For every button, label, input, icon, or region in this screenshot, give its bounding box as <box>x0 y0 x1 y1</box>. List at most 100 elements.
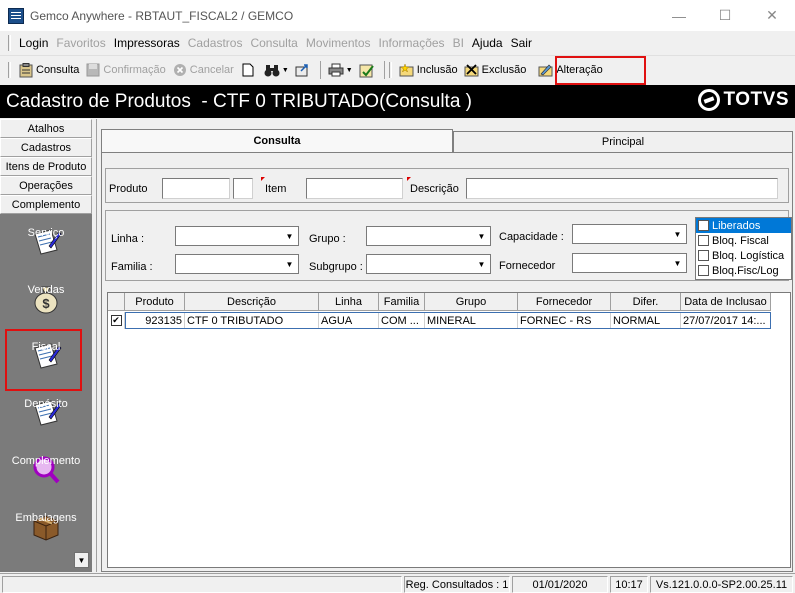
pencil-check-icon <box>359 62 375 78</box>
tile-deposito-label: Depósito <box>24 398 68 410</box>
chk-bloq-fiscal[interactable]: Bloq. Fiscal <box>696 233 791 248</box>
chk-bloq-logistica[interactable]: Bloq. Logística <box>696 248 791 263</box>
required-marker <box>261 177 265 181</box>
tile-deposito[interactable]: Depósito <box>0 395 92 451</box>
chevron-down-icon: ▼ <box>673 229 682 239</box>
fornecedor-combo[interactable]: ▼ <box>572 253 687 273</box>
sidebar-scroll-down[interactable]: ▼ <box>74 552 89 568</box>
checkbox-icon <box>698 235 709 246</box>
menu-informacoes[interactable]: Informações <box>375 36 449 50</box>
produto-input[interactable] <box>162 178 230 199</box>
tile-servico[interactable]: Serviço <box>0 224 92 280</box>
required-marker <box>407 177 411 181</box>
produto-digit-input[interactable] <box>233 178 253 199</box>
capacidade-combo[interactable]: ▼ <box>572 224 687 244</box>
col-descricao[interactable]: Descrição <box>185 293 319 311</box>
menu-favoritos[interactable]: Favoritos <box>52 36 109 50</box>
fiscal-highlight <box>5 329 82 391</box>
menu-consulta[interactable]: Consulta <box>246 36 301 50</box>
item-label: Item <box>265 183 287 195</box>
menu-sair[interactable]: Sair <box>507 36 536 50</box>
col-fornecedor[interactable]: Fornecedor <box>518 293 611 311</box>
menu-cadastros[interactable]: Cadastros <box>184 36 247 50</box>
tile-servico-label: Serviço <box>27 227 65 239</box>
subgrupo-label: Subgrupo : <box>309 261 363 273</box>
new-record-icon <box>399 62 415 78</box>
sidebar-complemento[interactable]: Complemento <box>0 195 92 214</box>
grupo-combo[interactable]: ▼ <box>366 226 491 246</box>
sidebar-itens-de-produto[interactable]: Itens de Produto <box>0 157 92 176</box>
consulta-button[interactable]: Consulta <box>15 59 82 81</box>
tile-complemento[interactable]: Complemento <box>0 452 92 508</box>
familia-label: Familia : <box>111 261 153 273</box>
cell-data-inclusao: 27/07/2017 14:... <box>681 312 771 329</box>
chevron-down-icon: ▼ <box>673 258 682 268</box>
tab-consulta[interactable]: Consulta <box>101 129 453 152</box>
minimize-button[interactable]: — <box>656 0 702 31</box>
col-grupo[interactable]: Grupo <box>425 293 518 311</box>
cell-familia: COM ... <box>379 312 425 329</box>
tile-vendas-label: Vendas <box>27 284 65 296</box>
cancelar-button[interactable]: Cancelar <box>169 59 237 81</box>
inclusao-button[interactable]: Inclusão <box>396 59 461 81</box>
linha-combo[interactable]: ▼ <box>175 226 299 246</box>
col-linha[interactable]: Linha <box>319 293 379 311</box>
confirmacao-label: Confirmação <box>103 64 166 76</box>
print-button[interactable]: ▼ <box>325 59 356 81</box>
sidebar-atalhos[interactable]: Atalhos <box>0 119 92 138</box>
sidebar-tile-panel: Serviço $ Vendas Fiscal Depósito Complem… <box>0 214 92 572</box>
export-icon <box>295 62 311 78</box>
exclusao-button[interactable]: Exclusão <box>461 59 530 81</box>
cell-descricao: CTF 0 TRIBUTADO <box>185 312 319 329</box>
find-button[interactable]: ▼ <box>261 59 292 81</box>
cell-difer: NORMAL <box>611 312 681 329</box>
main-area: Consulta Principal Produto Item Descriçã… <box>96 119 795 572</box>
chk-bloq-fisc-log[interactable]: Bloq.Fisc/Log <box>696 263 791 278</box>
close-button[interactable]: ✕ <box>749 0 795 31</box>
chevron-down-icon: ▼ <box>477 259 486 269</box>
checkbox-icon <box>698 250 709 261</box>
search-group: Produto Item Descrição <box>105 168 789 203</box>
menu-login[interactable]: Login <box>15 36 52 50</box>
item-input[interactable] <box>306 178 403 199</box>
status-time: 10:17 <box>610 576 648 593</box>
familia-combo[interactable]: ▼ <box>175 254 299 274</box>
totvs-logo: TOTVS <box>697 89 790 111</box>
chk-liberados-label: Liberados <box>712 219 761 232</box>
grid-header: Produto Descrição Linha Familia Grupo Fo… <box>108 293 771 311</box>
descricao-input[interactable] <box>466 178 778 199</box>
table-row[interactable]: ✔ 923135 CTF 0 TRIBUTADO AGUA COM ... MI… <box>108 312 771 329</box>
clipboard-icon <box>18 62 34 78</box>
new-document-button[interactable] <box>237 59 261 81</box>
menu-bi[interactable]: BI <box>449 36 468 50</box>
brand-name: TOTVS <box>723 89 789 110</box>
inclusao-label: Inclusão <box>416 64 458 76</box>
row-select-cell[interactable]: ✔ <box>108 312 125 329</box>
export-button[interactable] <box>292 59 316 81</box>
tab-principal[interactable]: Principal <box>453 131 793 152</box>
subgrupo-combo[interactable]: ▼ <box>366 254 491 274</box>
edit-tool-button[interactable] <box>356 59 380 81</box>
col-data-inclusao[interactable]: Data de Inclusao <box>681 293 771 311</box>
chevron-down-icon: ▼ <box>77 555 86 565</box>
menu-movimentos[interactable]: Movimentos <box>302 36 375 50</box>
fornecedor-label: Fornecedor <box>499 260 556 272</box>
chk-liberados[interactable]: Liberados <box>696 218 791 233</box>
sidebar-operacoes[interactable]: Operações <box>0 176 92 195</box>
col-familia[interactable]: Familia <box>379 293 425 311</box>
chevron-down-icon: ▼ <box>285 259 294 269</box>
svg-text:$: $ <box>42 296 50 311</box>
sidebar-cadastros[interactable]: Cadastros <box>0 138 92 157</box>
toolbar-separator <box>383 61 385 79</box>
maximize-button[interactable]: ☐ <box>702 0 748 31</box>
confirmacao-button[interactable]: Confirmação <box>82 59 168 81</box>
grid-select-header <box>108 293 125 311</box>
col-produto[interactable]: Produto <box>125 293 185 311</box>
tab-content: Produto Item Descrição Linha : ▼ Familia… <box>101 152 793 572</box>
col-difer[interactable]: Difer. <box>611 293 681 311</box>
chevron-down-icon: ▼ <box>285 231 294 241</box>
exclusao-label: Exclusão <box>481 64 527 76</box>
menu-ajuda[interactable]: Ajuda <box>468 36 507 50</box>
printer-icon <box>328 62 344 78</box>
menu-impressoras[interactable]: Impressoras <box>110 36 184 50</box>
